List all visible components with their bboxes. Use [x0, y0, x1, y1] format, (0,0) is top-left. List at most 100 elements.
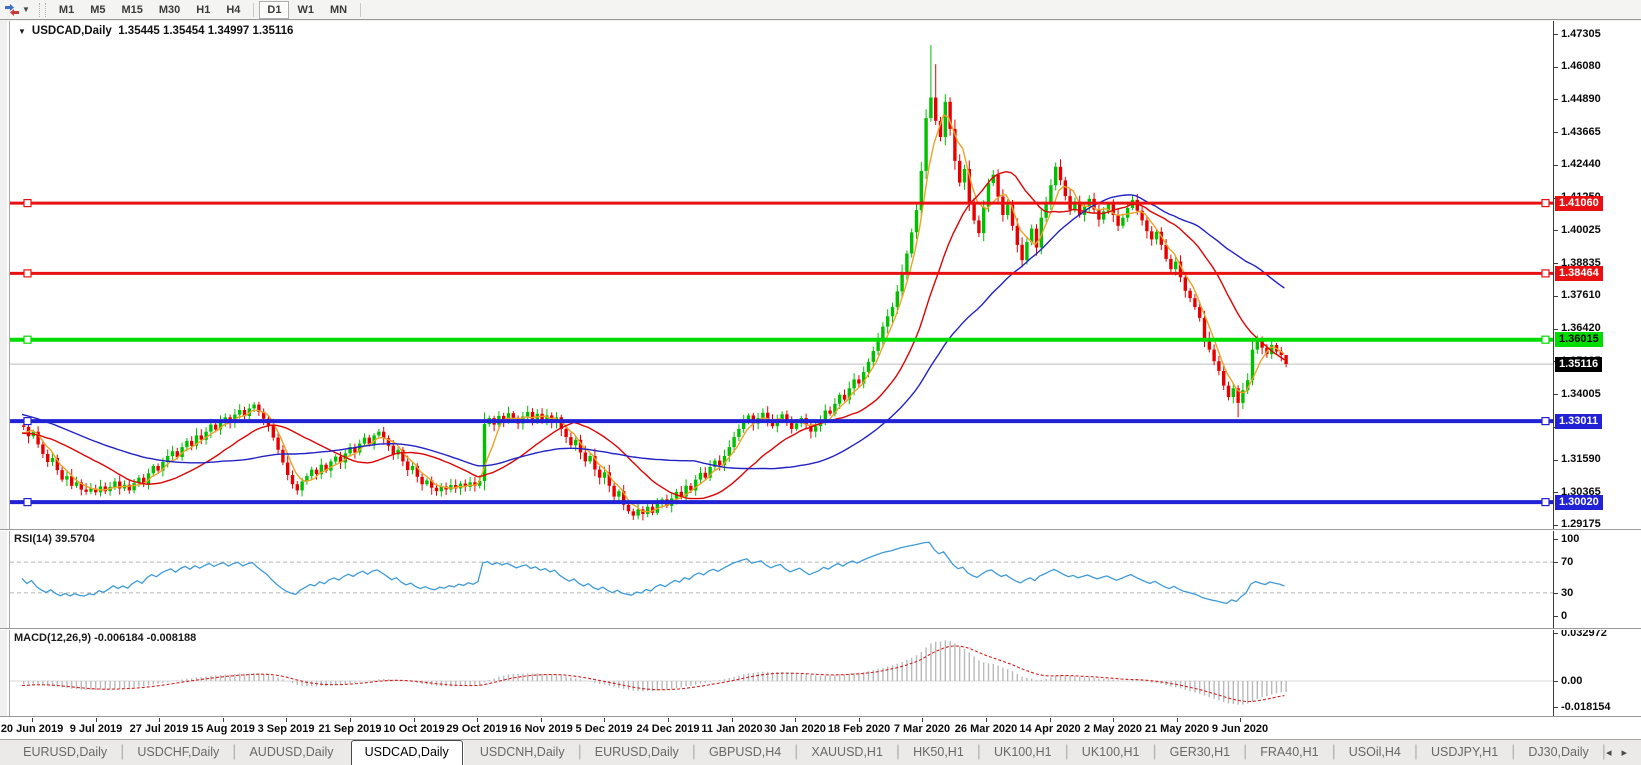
axis-tick-mark: [1554, 99, 1558, 100]
macd-canvas[interactable]: [10, 630, 1553, 716]
timeframes-toolbar: ▼ M1 M5 M15 M30 H1 H4 D1 W1 MN: [0, 0, 1641, 20]
chart-window-left-border: [0, 21, 10, 739]
chart-tab-usdjpy-h1[interactable]: USDJPY,H1: [1418, 740, 1511, 765]
macd-panel[interactable]: MACD(12,26,9) -0.006184 -0.008188: [10, 630, 1553, 716]
price-axis[interactable]: 1.473051.460801.448901.436651.424401.412…: [1553, 21, 1641, 718]
axis-tick-mark: [1554, 296, 1558, 297]
panel-separator[interactable]: [0, 628, 1641, 630]
timeframe-button-m30[interactable]: M30: [151, 1, 188, 19]
date-axis-label: 24 Dec 2019: [636, 723, 700, 735]
chart-tab-eurusd-daily[interactable]: EURUSD,Daily: [10, 740, 120, 765]
panel-separator[interactable]: [0, 529, 1641, 531]
hline-price-label: 1.36015: [1555, 332, 1603, 347]
date-axis-label: 27 Jul 2019: [129, 723, 189, 735]
chart-tab-hk50-h1[interactable]: HK50,H1: [900, 740, 977, 765]
symbols-chart-icon[interactable]: [4, 3, 20, 17]
date-tick-mark: [350, 718, 351, 722]
price-axis-tick: 1.47305: [1561, 28, 1601, 40]
date-axis-label: 30 Jan 2020: [764, 723, 826, 735]
price-axis-tick: 1.46080: [1561, 60, 1601, 72]
chart-tab-eurusd-daily[interactable]: EURUSD,Daily: [582, 740, 692, 765]
date-axis-label: 14 Apr 2020: [1019, 723, 1081, 735]
candlestick-canvas[interactable]: [10, 21, 1553, 529]
rsi-axis-tick: 30: [1561, 586, 1574, 599]
chart-tab-usdchf-daily[interactable]: USDCHF,Daily: [124, 740, 232, 765]
axis-tick-mark: [1554, 539, 1558, 540]
date-tick-mark: [922, 718, 923, 722]
axis-tick-mark: [1554, 525, 1558, 526]
axis-tick-mark: [1554, 616, 1558, 617]
date-axis-label: 26 Mar 2020: [954, 723, 1018, 735]
chart-tab-ger30-h1[interactable]: GER30,H1: [1157, 740, 1243, 765]
price-axis-tick: 1.44890: [1561, 93, 1601, 105]
timeframe-button-h1[interactable]: H1: [188, 1, 218, 19]
hline-price-label: 1.33011: [1555, 414, 1603, 429]
price-axis-tick: 1.31590: [1561, 453, 1601, 465]
axis-tick-mark: [1554, 460, 1558, 461]
chart-title-ohlc: 1.35445 1.35454 1.34997 1.35116: [118, 25, 294, 37]
chart-tab-uk100-h1[interactable]: UK100,H1: [981, 740, 1065, 765]
rsi-canvas[interactable]: [10, 531, 1553, 628]
chart-tab-xauusd-h1[interactable]: XAUUSD,H1: [798, 740, 896, 765]
chart-tab-uk100-h1[interactable]: UK100,H1: [1069, 740, 1153, 765]
date-tick-mark: [859, 718, 860, 722]
main-chart-panel[interactable]: ▼ USDCAD,Daily 1.35445 1.35454 1.34997 1.…: [10, 21, 1553, 529]
timeframe-button-w1[interactable]: W1: [289, 1, 322, 19]
axis-tick-mark: [1554, 707, 1558, 708]
hline-price-label: 1.41060: [1555, 196, 1603, 211]
date-tick-mark: [477, 718, 478, 722]
date-axis-label: 29 Oct 2019: [446, 723, 508, 735]
timeframe-button-d1[interactable]: D1: [259, 0, 290, 19]
date-tick-mark: [541, 718, 542, 722]
date-tick-mark: [986, 718, 987, 722]
axis-tick-mark: [1554, 132, 1558, 133]
macd-axis-tick: -0.018154: [1561, 700, 1611, 713]
tab-scroll-right-icon[interactable]: ▸: [1621, 746, 1627, 759]
price-axis-tick: 1.40025: [1561, 224, 1601, 236]
date-axis-label: 16 Nov 2019: [509, 723, 573, 735]
rsi-axis-tick: 70: [1561, 555, 1574, 568]
axis-tick-mark: [1554, 165, 1558, 166]
date-axis-label: 3 Sep 2019: [257, 723, 315, 735]
tab-scroll-left-icon[interactable]: ◂: [1606, 746, 1612, 759]
rsi-panel[interactable]: RSI(14) 39.5704: [10, 531, 1553, 628]
date-axis-label: 7 Mar 2020: [893, 723, 951, 735]
date-axis-label: 20 Jun 2019: [0, 723, 64, 735]
macd-label: MACD(12,26,9) -0.006184 -0.008188: [14, 632, 197, 644]
date-axis-label: 9 Jun 2020: [1211, 723, 1269, 735]
timeframe-button-mn[interactable]: MN: [322, 1, 355, 19]
chart-tab-usdcad-daily[interactable]: USDCAD,Daily: [350, 740, 463, 765]
timeframe-button-m1[interactable]: M1: [51, 1, 82, 19]
toolbar-separator: [360, 2, 362, 17]
price-axis-tick: 1.34005: [1561, 388, 1601, 400]
collapse-triangle-icon[interactable]: ▼: [18, 27, 26, 36]
chart-tab-usdcnh-daily[interactable]: USDCNH,Daily: [467, 740, 578, 765]
date-axis[interactable]: 20 Jun 2019 9 Jul 2019 27 Jul 2019 15 Aug 2…: [0, 718, 1641, 739]
date-tick-mark: [1050, 718, 1051, 722]
toolbar-grip[interactable]: [38, 2, 46, 17]
date-tick-mark: [1177, 718, 1178, 722]
panel-separator: [0, 716, 1641, 718]
timeframe-button-h4[interactable]: H4: [218, 1, 248, 19]
hline-price-label: 1.38464: [1555, 266, 1603, 281]
axis-tick-mark: [1554, 593, 1558, 594]
tab-bar-spacer: [0, 740, 10, 765]
chart-tab-gbpusd-h4[interactable]: GBPUSD,H4: [696, 740, 794, 765]
axis-tick-mark: [1554, 394, 1558, 395]
timeframe-button-m5[interactable]: M5: [82, 1, 113, 19]
chart-tab-fra40-h1[interactable]: FRA40,H1: [1247, 740, 1331, 765]
date-tick-mark: [1113, 718, 1114, 722]
date-tick-mark: [96, 718, 97, 722]
rsi-axis-tick: 100: [1561, 532, 1580, 545]
axis-tick-mark: [1554, 34, 1558, 35]
date-tick-mark: [32, 718, 33, 722]
chart-tab-dj30-daily[interactable]: DJ30,Daily: [1515, 740, 1601, 765]
price-axis-tick: 1.37610: [1561, 289, 1601, 301]
tab-scroll-arrows: ◂ ▸: [1606, 740, 1627, 765]
rsi-axis-tick: 0: [1561, 609, 1568, 622]
chevron-down-icon[interactable]: ▼: [22, 5, 30, 14]
timeframe-button-m15[interactable]: M15: [113, 1, 150, 19]
axis-tick-mark: [1554, 562, 1558, 563]
chart-tab-usoil-h4[interactable]: USOil,H4: [1336, 740, 1414, 765]
chart-tab-audusd-daily[interactable]: AUDUSD,Daily: [236, 740, 346, 765]
